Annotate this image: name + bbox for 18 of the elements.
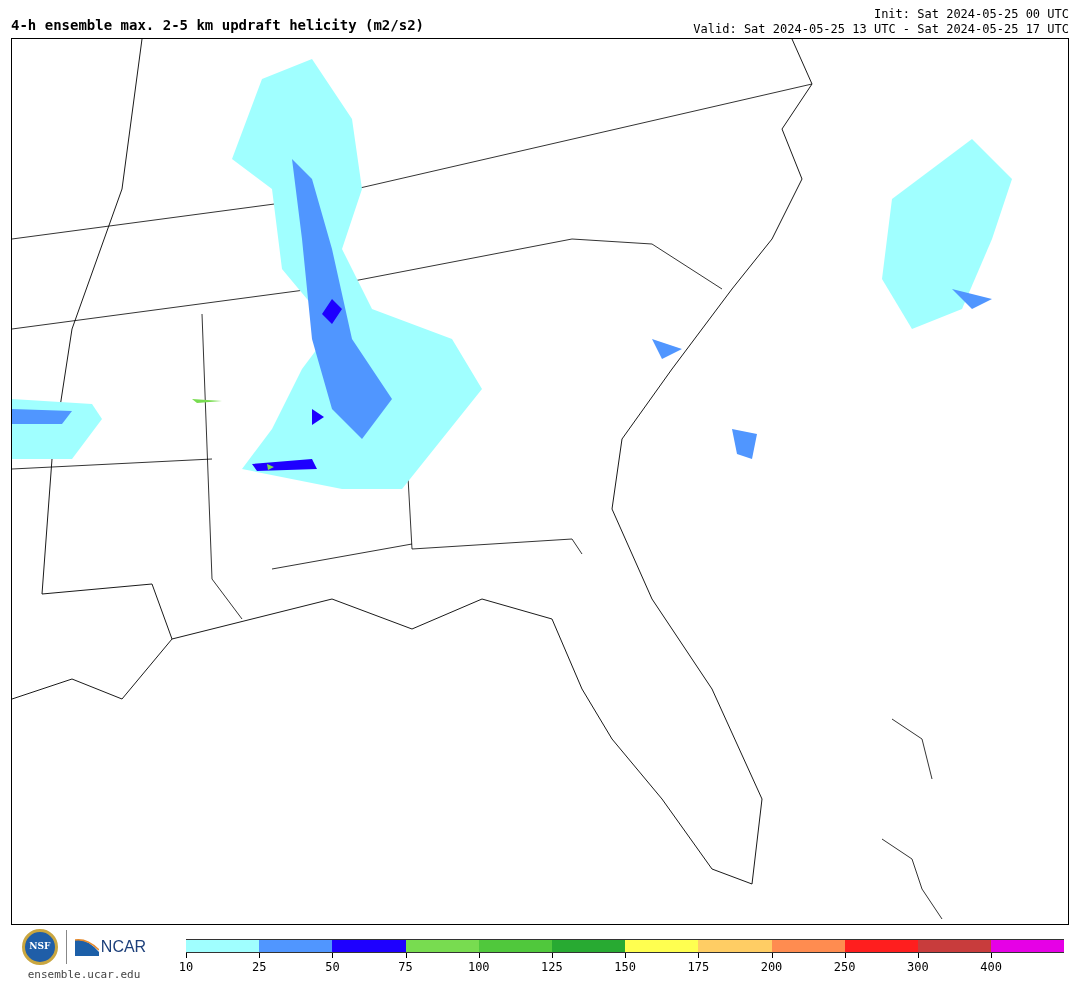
chart-title: 4-h ensemble max. 2-5 km updraft helicity (m2/s2) (11, 16, 424, 34)
colorbar-label: 150 (614, 959, 636, 976)
colorbar-label: 75 (398, 959, 413, 976)
colorbar-label: 25 (251, 959, 267, 976)
valid-time: Valid: Sat 2024-05-25 13 UTC - Sat 2024-05-25 17 UTC (693, 22, 1069, 37)
colorbar-label: 50 (325, 959, 340, 976)
init-time: Init: Sat 2024-05-25 00 UTC (873, 7, 1069, 22)
nsf-logo: NSF (21, 929, 58, 965)
colorbar-label: 125 (541, 959, 563, 976)
ncar-logo: NCAR (74, 935, 147, 959)
colorbar-label: 250 (833, 959, 856, 976)
colorbar-label: 10 (178, 959, 194, 976)
colorbar-label: 100 (467, 959, 490, 976)
colorbar-label: 400 (980, 959, 1002, 976)
site-url: ensemble.ucar.edu (27, 967, 141, 983)
colorbar-label: 175 (687, 959, 710, 976)
colorbar-label: 200 (760, 959, 783, 976)
colorbar-label: 300 (907, 959, 929, 976)
